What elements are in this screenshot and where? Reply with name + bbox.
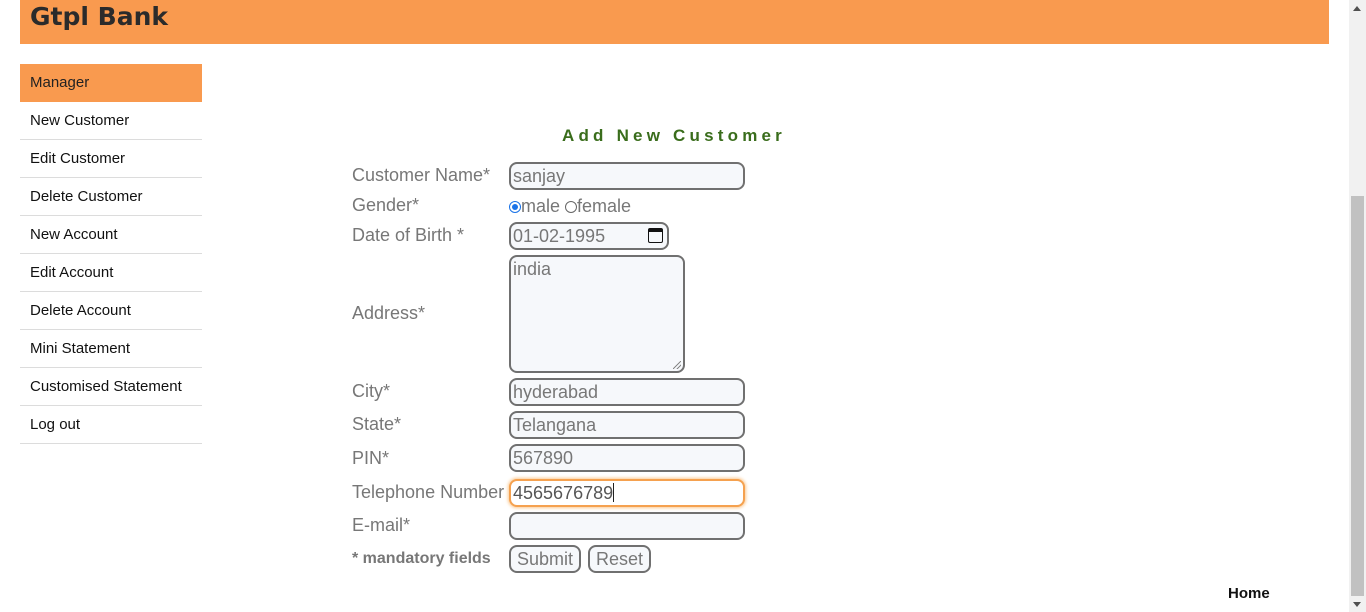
- scroll-up-icon[interactable]: [1353, 6, 1361, 11]
- pin-input[interactable]: 567890: [509, 444, 745, 472]
- header-bar: Gtpl Bank: [20, 0, 1329, 44]
- scroll-down-icon[interactable]: [1353, 602, 1361, 607]
- address-label: Address*: [352, 303, 426, 323]
- gender-female-radio[interactable]: [565, 201, 578, 213]
- reset-button[interactable]: Reset: [588, 545, 652, 573]
- dob-value: 01-02-1995: [513, 226, 606, 246]
- sidebar-item-new-customer[interactable]: New Customer: [20, 102, 202, 140]
- vertical-scrollbar[interactable]: [1349, 0, 1366, 612]
- pin-label: PIN*: [352, 448, 390, 468]
- state-input[interactable]: Telangana: [509, 411, 745, 439]
- resize-handle-icon[interactable]: [673, 361, 681, 369]
- sidebar-item-new-account[interactable]: New Account: [20, 216, 202, 254]
- calendar-icon[interactable]: [648, 228, 663, 243]
- home-link[interactable]: Home: [1228, 585, 1270, 602]
- city-label: City*: [352, 381, 391, 401]
- city-value: hyderabad: [513, 382, 599, 402]
- dob-input[interactable]: 01-02-1995: [509, 222, 669, 250]
- mandatory-note: * mandatory fields: [352, 550, 491, 567]
- email-label: E-mail*: [352, 515, 411, 535]
- bank-title: Gtpl Bank: [30, 2, 168, 31]
- sidebar-menu: Manager New Customer Edit Customer Delet…: [20, 64, 202, 444]
- submit-button[interactable]: Submit: [509, 545, 582, 573]
- text-caret: [613, 483, 615, 502]
- sidebar-item-manager[interactable]: Manager: [20, 64, 202, 102]
- sidebar-item-customised-statement[interactable]: Customised Statement: [20, 368, 202, 406]
- email-input[interactable]: [509, 512, 745, 540]
- address-textarea[interactable]: india: [509, 255, 685, 373]
- sidebar-item-edit-account[interactable]: Edit Account: [20, 254, 202, 292]
- customer-name-label: Customer Name*: [352, 165, 491, 185]
- sidebar-item-log-out[interactable]: Log out: [20, 406, 202, 444]
- sidebar-item-delete-account[interactable]: Delete Account: [20, 292, 202, 330]
- state-value: Telangana: [513, 415, 597, 435]
- gender-radio-group: male female: [509, 196, 631, 217]
- gender-label: Gender*: [352, 195, 420, 215]
- city-input[interactable]: hyderabad: [509, 378, 745, 406]
- gender-male-radio[interactable]: [509, 201, 521, 213]
- gender-male-label[interactable]: male: [521, 196, 560, 216]
- gender-female-label[interactable]: female: [577, 196, 631, 216]
- state-label: State*: [352, 414, 402, 434]
- telephone-value: 4565676789: [513, 483, 614, 503]
- telephone-label: Telephone Number: [352, 482, 505, 502]
- pin-value: 567890: [513, 448, 574, 468]
- dob-label: Date of Birth *: [352, 225, 465, 245]
- sidebar-item-mini-statement[interactable]: Mini Statement: [20, 330, 202, 368]
- form-title: Add New Customer: [562, 126, 786, 145]
- telephone-input[interactable]: 4565676789: [509, 479, 745, 507]
- customer-name-value: sanjay: [513, 166, 566, 186]
- scroll-thumb[interactable]: [1351, 196, 1364, 596]
- sidebar-item-delete-customer[interactable]: Delete Customer: [20, 178, 202, 216]
- sidebar-item-edit-customer[interactable]: Edit Customer: [20, 140, 202, 178]
- customer-name-input[interactable]: sanjay: [509, 162, 745, 190]
- address-value: india: [513, 259, 552, 279]
